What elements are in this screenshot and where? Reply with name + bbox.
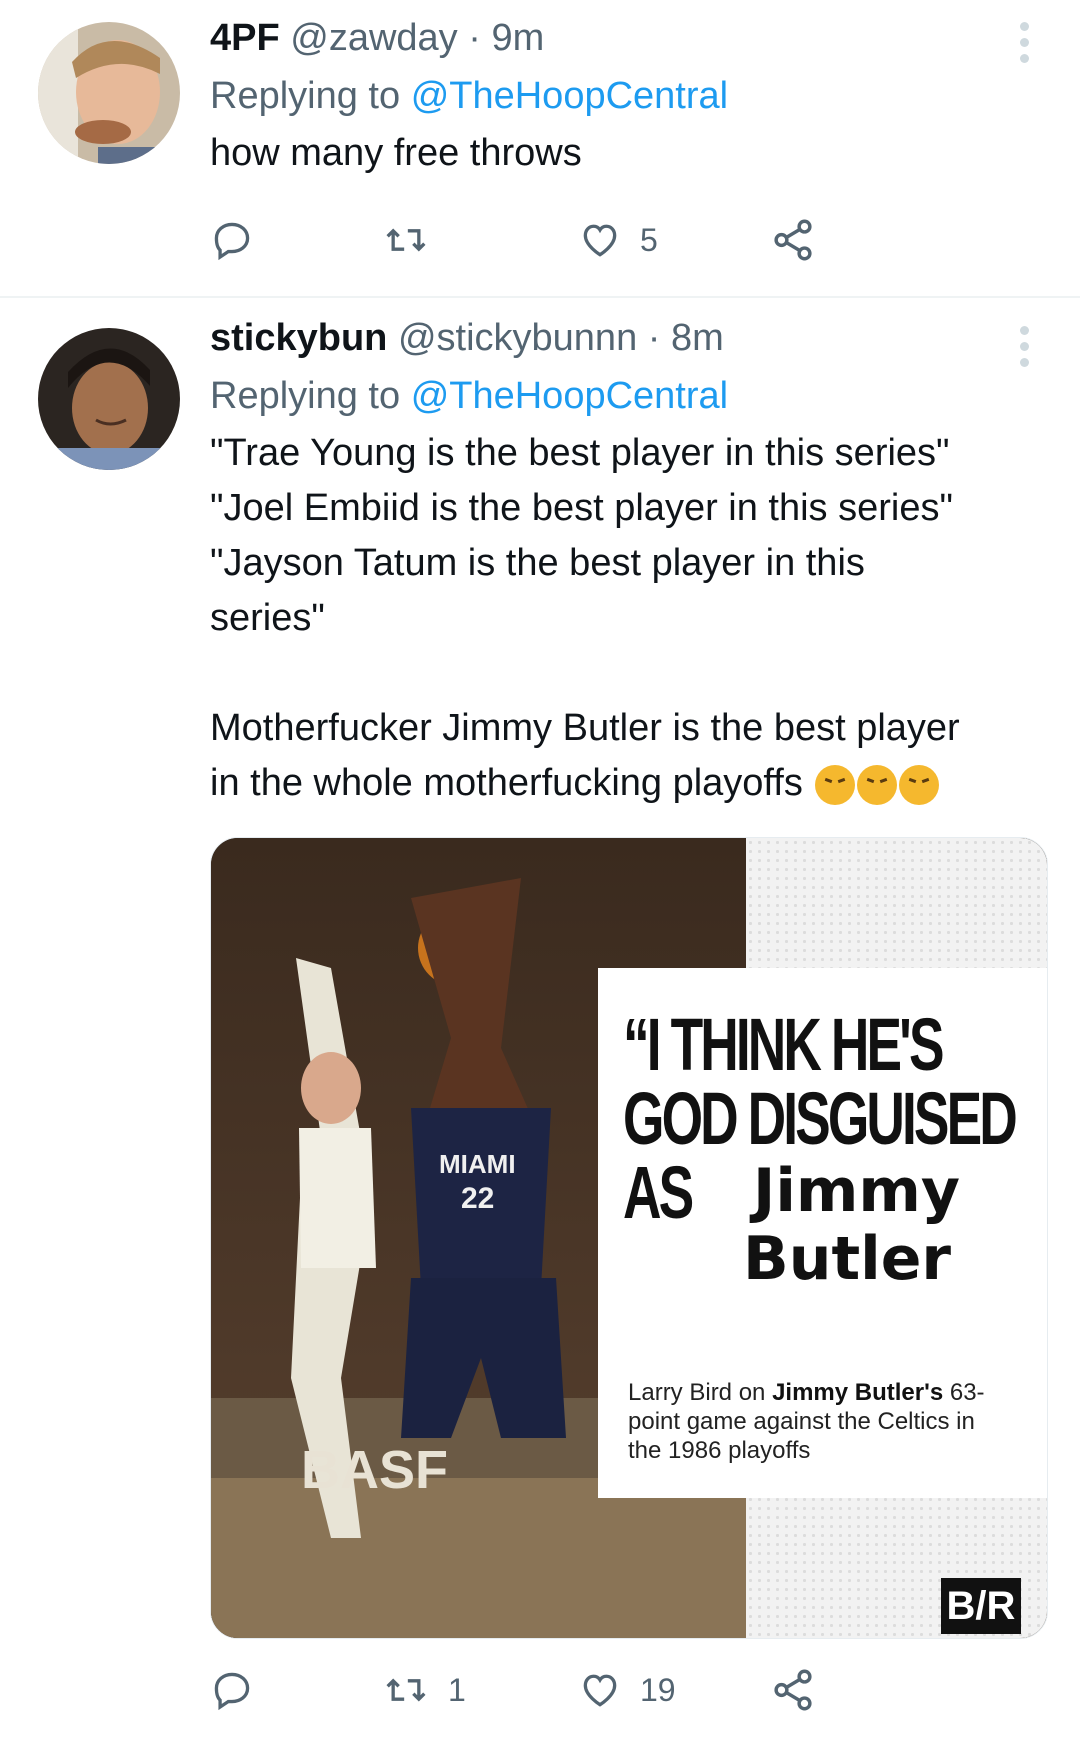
avatar[interactable]: [38, 22, 180, 164]
tweet-actions: 5: [210, 215, 970, 265]
retweet-icon: [386, 228, 426, 252]
tweet-header: 4PF @zawday · 9m: [210, 14, 1050, 62]
tweet-actions: 1 19: [210, 1665, 970, 1715]
text-line: "Trae Young is the best player in this s…: [210, 432, 950, 474]
replying-to: Replying to @TheHoopCentral: [210, 70, 1050, 122]
retweet-button[interactable]: [382, 215, 448, 265]
text-line: "Jayson Tatum is the best player in this: [210, 542, 865, 584]
court-sponsor-text: BASF: [301, 1440, 448, 1500]
bleacher-report-logo: B/R: [941, 1578, 1021, 1634]
mention-link[interactable]: @TheHoopCentral: [411, 375, 728, 417]
replying-prefix: Replying to: [210, 75, 401, 117]
caption-bold: Jimmy Butler's: [772, 1379, 944, 1406]
tweet-image[interactable]: MIAMI 22 BASF “I THINK HE'S GOD DISGUISE…: [210, 837, 1048, 1639]
user-handle[interactable]: @zawday: [290, 17, 457, 59]
share-button[interactable]: [770, 215, 816, 265]
user-handle[interactable]: @stickybunnn: [398, 317, 637, 359]
reply-icon: [214, 1672, 250, 1711]
text-line: in the whole motherfucking playoffs: [210, 762, 803, 804]
face-with-steam-icon: [857, 764, 898, 805]
share-icon: [774, 1669, 812, 1711]
quote-name-line: Jimmy: [753, 1156, 961, 1226]
text-line: Motherfucker Jimmy Butler is the best pl…: [210, 707, 960, 749]
quote-line: “I THINK HE'S: [623, 1003, 944, 1086]
like-count: 5: [640, 221, 658, 258]
tweet-text: how many free throws: [210, 132, 582, 174]
quote-line: GOD DISGUISED: [623, 1077, 1018, 1160]
quote-panel: “I THINK HE'S GOD DISGUISED AS Jimmy But…: [598, 968, 1047, 1498]
reply-button[interactable]: [210, 1665, 272, 1715]
mention-link[interactable]: @TheHoopCentral: [411, 75, 728, 117]
replying-to: Replying to @TheHoopCentral: [210, 370, 1050, 422]
share-button[interactable]: [770, 1665, 816, 1715]
jersey-team-text: MIAMI: [439, 1149, 516, 1179]
text-line-with-emoji: in the whole motherfucking playoffs: [210, 756, 1050, 811]
tweet-1[interactable]: 4PF @zawday · 9m Replying to @TheHoopCen…: [0, 0, 1080, 296]
retweet-button[interactable]: 1: [382, 1665, 466, 1715]
tweet-text: "Trae Young is the best player in this s…: [210, 426, 1050, 811]
tweet-header: stickybun @stickybunnn · 8m: [210, 314, 1050, 362]
text-line: [210, 646, 1050, 701]
heart-icon: [583, 1674, 617, 1707]
face-with-steam-icon: [899, 764, 940, 805]
reply-icon: [214, 222, 250, 261]
retweet-count: 1: [448, 1671, 466, 1708]
more-options-icon[interactable]: [1020, 22, 1032, 70]
display-name[interactable]: stickybun: [210, 317, 387, 359]
quote-name-line: Butler: [743, 1224, 951, 1294]
share-icon: [774, 219, 812, 261]
retweet-icon: [386, 1678, 426, 1702]
face-with-steam-icon: [815, 764, 856, 805]
avatar[interactable]: [38, 328, 180, 470]
quote-caption: Larry Bird on Jimmy Butler's 63-point ga…: [628, 1378, 1008, 1465]
replying-prefix: Replying to: [210, 375, 401, 417]
like-button[interactable]: 19: [578, 1665, 676, 1715]
text-line: series": [210, 597, 325, 639]
text-line: "Joel Embiid is the best player in this …: [210, 487, 953, 529]
more-options-icon[interactable]: [1020, 326, 1032, 374]
display-name[interactable]: 4PF: [210, 17, 280, 59]
like-button[interactable]: 5: [578, 215, 658, 265]
like-count: 19: [640, 1671, 676, 1708]
caption-text: Larry Bird on: [628, 1379, 773, 1406]
separator-dot: ·: [647, 317, 661, 359]
separator-dot: ·: [468, 17, 481, 59]
heart-icon: [583, 224, 617, 257]
reply-button[interactable]: [210, 215, 272, 265]
timestamp[interactable]: 9m: [491, 17, 544, 59]
jersey-number-text: 22: [461, 1182, 494, 1215]
timestamp[interactable]: 8m: [671, 317, 724, 359]
